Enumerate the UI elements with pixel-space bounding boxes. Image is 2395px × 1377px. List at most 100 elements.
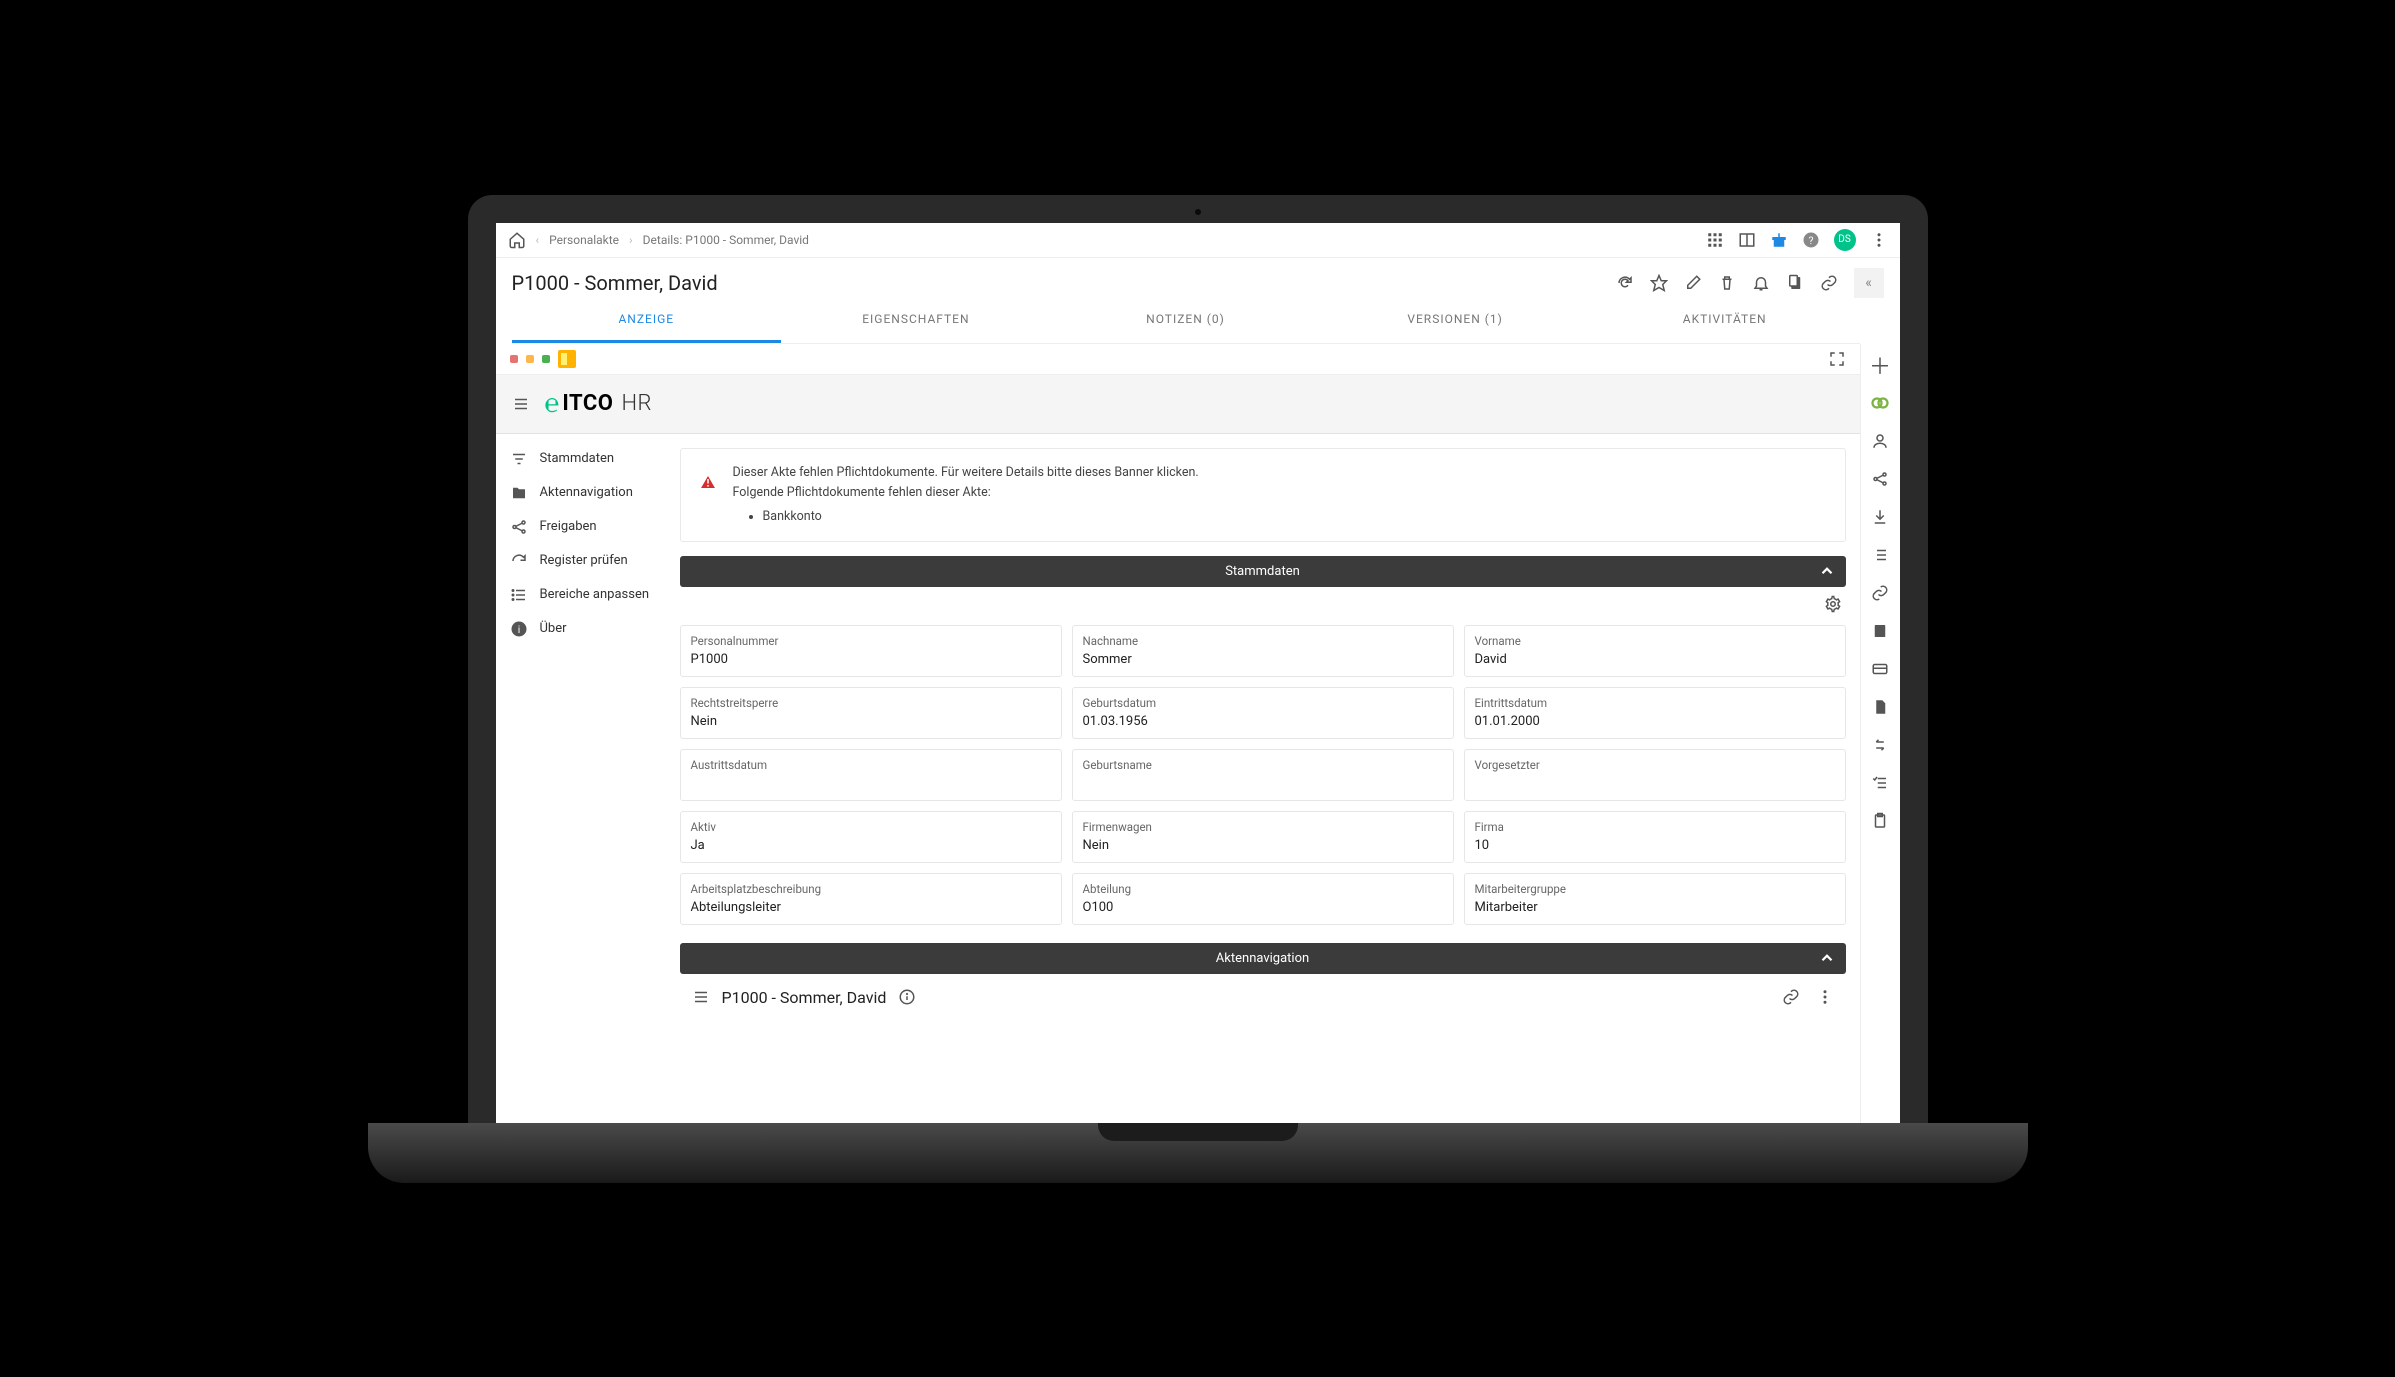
field-personalnummer: PersonalnummerP1000 [680,625,1062,677]
refresh-check-icon [510,552,528,570]
logo-brand: ITCO [562,391,613,416]
clipboard-list-icon[interactable] [1871,812,1889,830]
sidenav-aktennavigation[interactable]: Aktennavigation [496,476,666,510]
field-geburtsname: Geburtsname [1072,749,1454,801]
fullscreen-icon[interactable] [1828,350,1846,368]
right-action-rail: ＋ [1860,344,1900,1123]
section-header-stammdaten[interactable]: Stammdaten [680,556,1846,587]
tab-notizen[interactable]: NOTIZEN (0) [1051,298,1321,343]
field-vorname: VornameDavid [1464,625,1846,677]
app-logo: ℮ ITCO HR [544,389,653,419]
chevron-up-icon [1818,562,1836,580]
sidenav-register-pruefen[interactable]: Register prüfen [496,544,666,578]
viewer-toolbar [496,344,1860,375]
section-title: Aktennavigation [1216,951,1309,966]
folder-icon [558,350,576,368]
section-header-aktennavigation[interactable]: Aktennavigation [680,943,1846,974]
field-austrittsdatum: Austrittsdatum [680,749,1062,801]
banner-line1: Dieser Akte fehlen Pflichtdokumente. Für… [733,463,1199,483]
delete-icon[interactable] [1718,274,1736,292]
field-arbeitsplatzbeschreibung: ArbeitsplatzbeschreibungAbteilungsleiter [680,873,1062,925]
tab-eigenschaften[interactable]: EIGENSCHAFTEN [781,298,1051,343]
sidenav-label: Register prüfen [540,553,628,568]
clipboard-icon[interactable] [1786,274,1804,292]
link-icon[interactable] [1820,274,1838,292]
more-vert-icon[interactable] [1870,231,1888,249]
page-title: P1000 - Sommer, David [512,271,718,295]
user-avatar[interactable]: DS [1834,229,1856,251]
svg-text:i: i [517,622,520,635]
svg-text:?: ? [1808,233,1813,246]
tab-aktivitaeten[interactable]: AKTIVITÄTEN [1590,298,1860,343]
breadcrumb-sep: › [629,233,633,247]
folder-person-icon [510,484,528,502]
layout-columns-icon[interactable] [1738,231,1756,249]
file-nav-title: P1000 - Sommer, David [722,988,887,1007]
link-icon[interactable] [1782,988,1800,1006]
sidenav-stammdaten[interactable]: Stammdaten [496,442,666,476]
refresh-icon[interactable] [1616,274,1634,292]
sidenav-freigaben[interactable]: Freigaben [496,510,666,544]
hamburger-icon[interactable] [512,395,530,413]
status-dot-red [510,355,518,363]
breadcrumb-item: Details: P1000 - Sommer, David [643,233,809,247]
gear-icon[interactable] [1824,595,1842,613]
field-abteilung: AbteilungO100 [1072,873,1454,925]
stammdaten-grid: PersonalnummerP1000 NachnameSommer Vorna… [680,625,1846,925]
edit-icon[interactable] [1684,274,1702,292]
logo-mark: ℮ [544,389,561,419]
person-icon[interactable] [1871,432,1889,450]
breadcrumb-bar: ‹ Personalakte › Details: P1000 - Sommer… [496,223,1900,258]
collapse-right-panel-button[interactable]: « [1854,268,1884,298]
download-icon[interactable] [1871,508,1889,526]
star-icon[interactable] [1650,274,1668,292]
banner-missing-item: Bankkonto [763,507,1199,527]
logo-suffix: HR [621,391,652,416]
document-icon[interactable] [1871,698,1889,716]
grid-apps-icon[interactable] [1706,231,1724,249]
field-mitarbeitergruppe: MitarbeitergruppeMitarbeiter [1464,873,1846,925]
tab-versionen[interactable]: VERSIONEN (1) [1320,298,1590,343]
add-icon[interactable]: ＋ [1871,356,1889,374]
sidenav-label: Freigaben [540,519,597,534]
checklist-icon[interactable] [1871,774,1889,792]
help-icon[interactable]: ? [1802,231,1820,249]
transfer-icon[interactable] [1871,736,1889,754]
brand-circle-icon[interactable] [1871,394,1889,412]
card-icon[interactable] [1871,660,1889,678]
share-icon[interactable] [1871,470,1889,488]
app-window: ‹ Personalakte › Details: P1000 - Sommer… [496,223,1900,1123]
info-icon: i [510,620,528,638]
sidenav-label: Über [540,621,567,636]
hamburger-icon[interactable] [692,988,710,1006]
book-icon[interactable] [1871,622,1889,640]
banner-line2: Folgende Pflichtdokumente fehlen dieser … [733,483,1199,503]
home-icon[interactable] [508,231,526,249]
tab-anzeige[interactable]: ANZEIGE [512,298,782,343]
gift-icon[interactable] [1770,231,1788,249]
title-bar: P1000 - Sommer, David « [496,258,1900,298]
list-icon [510,586,528,604]
sidenav-label: Stammdaten [540,451,615,466]
link-icon[interactable] [1871,584,1889,602]
bell-icon[interactable] [1752,274,1770,292]
field-firma: Firma10 [1464,811,1846,863]
filter-icon [510,450,528,468]
field-rechtstreitsperre: RechtstreitsperreNein [680,687,1062,739]
more-vert-icon[interactable] [1816,988,1834,1006]
sidenav-bereiche-anpassen[interactable]: Bereiche anpassen [496,578,666,612]
sidenav-label: Aktennavigation [540,485,633,500]
viewer-header: ℮ ITCO HR [496,375,1860,434]
info-outline-icon[interactable] [898,988,916,1006]
breadcrumb-sep: ‹ [536,233,540,247]
breadcrumb-item[interactable]: Personalakte [549,233,619,247]
tab-bar: ANZEIGE EIGENSCHAFTEN NOTIZEN (0) VERSIO… [512,298,1860,344]
sidenav-ueber[interactable]: i Über [496,612,666,646]
field-aktiv: AktivJa [680,811,1062,863]
warning-icon [699,473,717,491]
missing-docs-banner[interactable]: Dieser Akte fehlen Pflichtdokumente. Für… [680,448,1846,542]
field-eintrittsdatum: Eintrittsdatum01.01.2000 [1464,687,1846,739]
list-icon[interactable] [1871,546,1889,564]
field-firmenwagen: FirmenwagenNein [1072,811,1454,863]
status-dot-orange [526,355,534,363]
